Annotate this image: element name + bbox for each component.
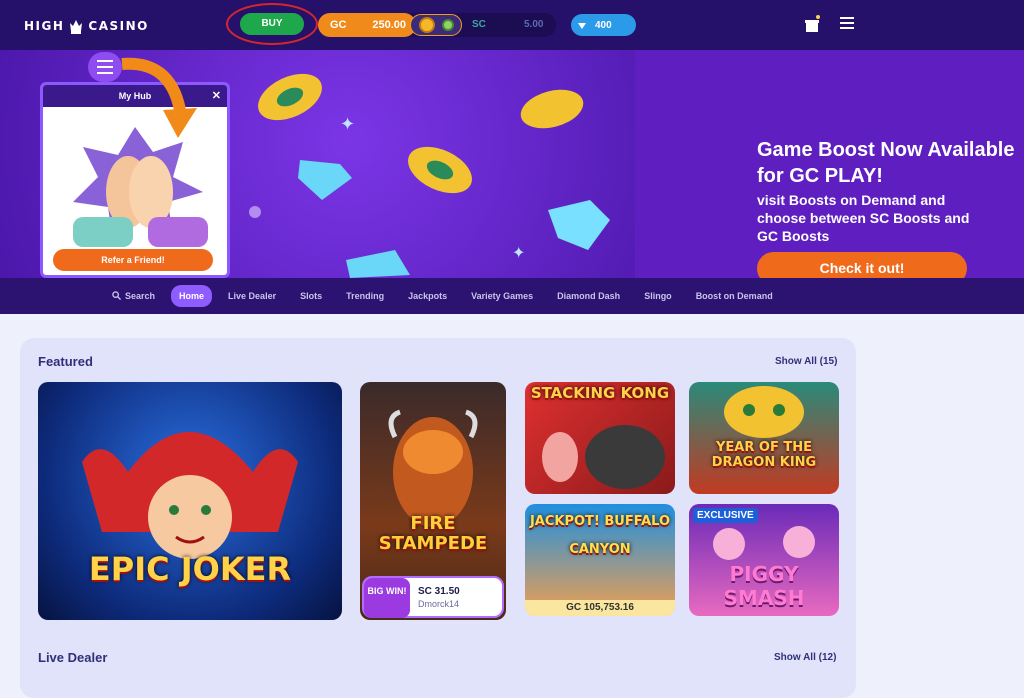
- coins-gems-decoration: ✦✦: [121, 57, 610, 278]
- tab-trending[interactable]: Trending: [334, 291, 396, 301]
- game-tile-piggy-smash[interactable]: EXCLUSIVE PIGGY SMASH: [689, 504, 839, 616]
- gc-balance[interactable]: GC 250.00: [318, 13, 416, 37]
- jackpot-value: GC 105,753.16: [525, 600, 675, 616]
- dragon-illustration: [724, 386, 804, 438]
- game-title: YEAR OF THE DRAGON KING: [711, 440, 817, 470]
- buy-button[interactable]: BUY: [240, 13, 304, 35]
- tab-home[interactable]: Home: [171, 285, 213, 307]
- hamburger-menu-icon[interactable]: [840, 17, 854, 29]
- game-title: FIRE STAMPEDE: [378, 513, 488, 554]
- game-tile-epic-joker[interactable]: EPIC JOKER: [38, 382, 342, 620]
- game-tile-stacking-kong[interactable]: STACKING KONG: [525, 382, 675, 494]
- game-title: PIGGY SMASH: [723, 562, 805, 610]
- game-title: STACKING KONG: [530, 384, 670, 402]
- gems-balance[interactable]: 400: [571, 14, 636, 36]
- category-nav: Search Home Live Dealer Slots Trending J…: [0, 278, 1024, 314]
- game-title: EPIC JOKER: [88, 550, 292, 588]
- tab-slots[interactable]: Slots: [288, 291, 334, 301]
- tab-jackpots[interactable]: Jackpots: [396, 291, 459, 301]
- svg-text:✦: ✦: [340, 114, 355, 134]
- promo-title: Game Boost Now Available for GC PLAY!: [757, 139, 1015, 187]
- live-dealer-show-all-link[interactable]: Show All (12): [774, 652, 836, 663]
- search-icon: [112, 291, 122, 301]
- sc-coin-icon: [441, 19, 454, 31]
- tab-diamond-dash[interactable]: Diamond Dash: [545, 291, 632, 301]
- sc-label: SC: [472, 19, 486, 30]
- promo-subtitle: visit Boosts on Demand and choose betwee…: [757, 192, 970, 244]
- hero-banner[interactable]: My Hub ✕ Refer a Friend! ✦ ✦ Game Boost No…: [0, 50, 1024, 285]
- game-tile-dragon-king[interactable]: YEAR OF THE DRAGON KING: [689, 382, 839, 494]
- big-win-badge: BIG WIN!: [364, 578, 410, 618]
- exclusive-badge: EXCLUSIVE: [693, 508, 758, 523]
- tab-slingo[interactable]: Slingo: [632, 291, 684, 301]
- featured-title: Featured: [38, 354, 93, 369]
- game-title: JACKPOT! BUFFALO CANYON: [529, 514, 671, 557]
- game-tile-buffalo-canyon[interactable]: JACKPOT! BUFFALO CANYON GC 105,753.16: [525, 504, 675, 616]
- big-win-user: Dmorck14: [418, 599, 460, 609]
- gc-coin-icon: [418, 17, 435, 33]
- svg-text:✦: ✦: [512, 245, 525, 262]
- live-dealer-title: Live Dealer: [38, 650, 108, 665]
- diamond-icon: [578, 23, 586, 29]
- logo[interactable]: HIGH CASINO: [24, 17, 149, 35]
- currency-switch[interactable]: [410, 14, 462, 36]
- logo-high: HIGH: [24, 19, 65, 33]
- tab-boost-on-demand[interactable]: Boost on Demand: [684, 291, 785, 301]
- big-win-amount: SC 31.50: [418, 586, 460, 597]
- featured-show-all-link[interactable]: Show All (15): [775, 356, 837, 367]
- big-win-ticker[interactable]: BIG WIN! SC 31.50 Dmorck14: [362, 576, 504, 618]
- top-bar: HIGH CASINO BUY GC 250.00 SC 5.00 400: [0, 0, 1024, 50]
- nav-search[interactable]: Search: [100, 291, 167, 301]
- hero-art: My Hub ✕ Refer a Friend! ✦ ✦: [0, 50, 635, 278]
- tab-variety-games[interactable]: Variety Games: [459, 291, 545, 301]
- gift-icon[interactable]: [804, 15, 820, 33]
- logo-casino: CASINO: [88, 19, 149, 33]
- sc-value: 5.00: [524, 19, 544, 30]
- crown-icon: [70, 20, 83, 34]
- tab-live-dealer[interactable]: Live Dealer: [216, 291, 288, 301]
